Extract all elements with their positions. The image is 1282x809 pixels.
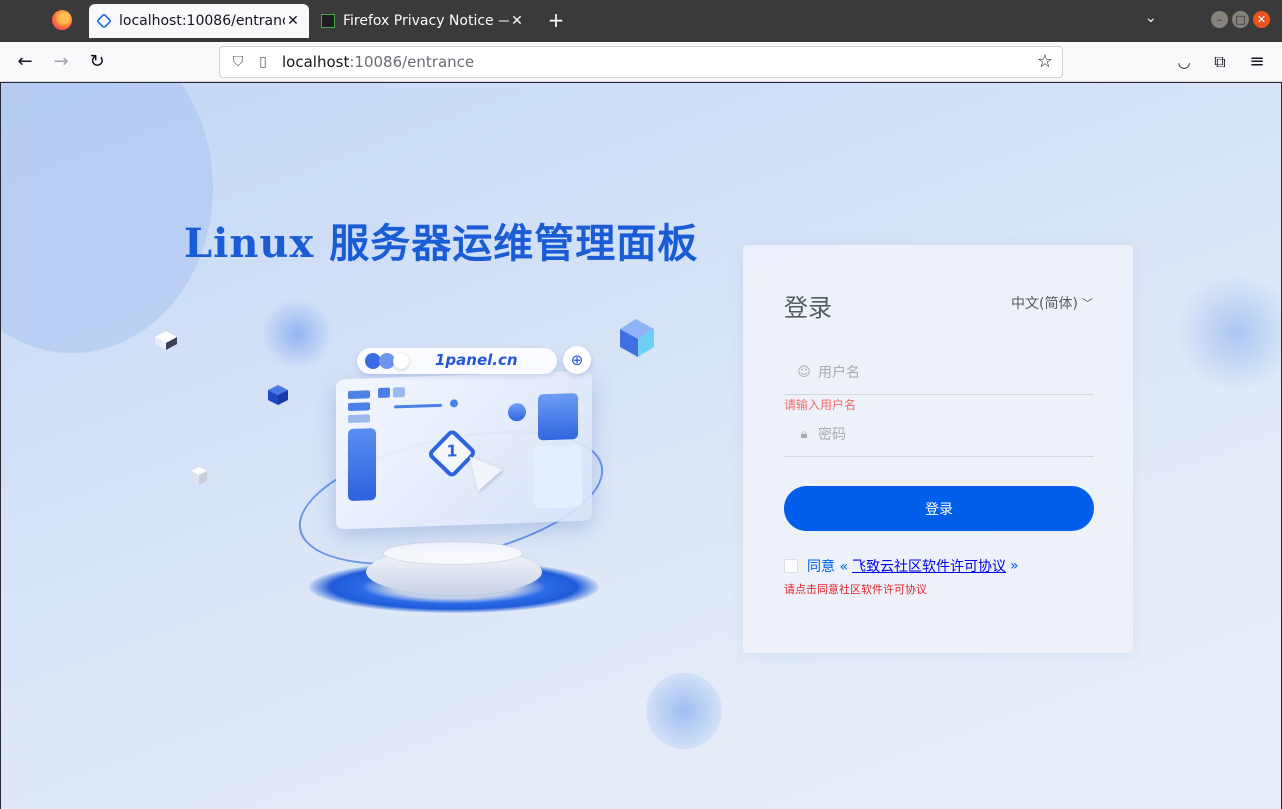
forward-icon[interactable]: → <box>49 50 73 74</box>
floating-cube-icon <box>620 319 654 357</box>
page-icon[interactable]: ▯ <box>252 54 274 70</box>
minimize-icon[interactable]: – <box>1211 11 1228 28</box>
floating-cube-icon <box>155 331 177 350</box>
login-card: 登录 中文(简体) ﹀ ☺ 请输入用户名 🔒︎ 登录 同意 « 飞致云社区软件许… <box>743 245 1133 653</box>
agree-suffix: » <box>1010 558 1019 574</box>
close-window-icon[interactable]: ✕ <box>1253 11 1270 28</box>
ui-chip <box>378 387 390 399</box>
username-field[interactable]: ☺ <box>784 351 1094 395</box>
back-icon[interactable]: ← <box>13 50 37 74</box>
pocket-icon[interactable]: ◡ <box>1172 50 1196 74</box>
lock-icon: 🔒︎ <box>800 427 808 442</box>
extensions-icon[interactable]: ⧉ <box>1208 50 1232 74</box>
close-tab-icon[interactable]: ✕ <box>509 13 525 29</box>
menu-icon[interactable]: ≡ <box>1245 50 1269 74</box>
domain-pill: 1panel.cn <box>357 348 557 374</box>
domain-text: 1panel.cn <box>435 351 518 369</box>
user-icon: ☺ <box>797 365 811 380</box>
window-controls: – □ ✕ <box>1211 11 1270 28</box>
password-field[interactable]: 🔒︎ <box>784 413 1094 457</box>
ui-slider-dot <box>450 399 458 408</box>
agreement-row: 同意 « 飞致云社区软件许可协议 » <box>784 556 1019 576</box>
ui-pill <box>348 402 370 412</box>
hero-illustration: 1 1panel.cn ⊕ <box>151 313 671 633</box>
1panel-logo-digit: 1 <box>446 441 458 461</box>
login-page: Linux 服务器运维管理面板 1 1panel.cn ⊕ 登录 中文(简体) … <box>1 83 1281 809</box>
agree-prefix: 同意 « <box>807 559 849 575</box>
username-input[interactable] <box>818 357 1094 388</box>
floating-cube-icon <box>191 467 207 485</box>
close-tab-icon[interactable]: ✕ <box>285 13 301 29</box>
reload-icon[interactable]: ↻ <box>85 50 109 74</box>
new-tab-icon[interactable]: + <box>545 8 567 32</box>
ui-pill <box>348 414 370 424</box>
shield-icon[interactable]: ⛉ <box>224 54 252 70</box>
login-title: 登录 <box>784 294 832 322</box>
background-glow <box>646 673 722 749</box>
tab-bar: localhost:10086/entrance ✕ Firefox Priva… <box>0 0 1282 42</box>
tab-entrance[interactable]: localhost:10086/entrance ✕ <box>89 4 309 38</box>
floating-cube-icon <box>268 385 288 405</box>
username-error: 请输入用户名 <box>784 398 857 412</box>
list-tabs-chevron-icon[interactable]: ⌄ <box>1145 10 1157 26</box>
page-headline: Linux 服务器运维管理面板 <box>184 220 699 267</box>
url-text[interactable]: localhost:10086/entrance <box>282 53 474 71</box>
language-select[interactable]: 中文(简体) ﹀ <box>1011 293 1093 313</box>
ui-slider-line <box>394 403 442 409</box>
globe-icon: ⊕ <box>563 346 591 374</box>
pedestal-top <box>383 541 523 565</box>
license-link[interactable]: 飞致云社区软件许可协议 <box>852 556 1006 576</box>
maximize-icon[interactable]: □ <box>1232 11 1249 28</box>
monitor-screen: 1 <box>336 370 592 530</box>
ui-card <box>538 393 578 441</box>
ui-panel <box>534 444 582 509</box>
ui-chip <box>393 387 405 398</box>
chevron-down-icon: ﹀ <box>1081 297 1093 310</box>
1panel-favicon-icon <box>96 13 112 29</box>
ui-ball <box>508 402 526 422</box>
agreement-error: 请点击同意社区软件许可协议 <box>784 583 927 596</box>
ui-pill <box>348 390 370 400</box>
agree-checkbox[interactable] <box>784 559 798 573</box>
login-button[interactable]: 登录 <box>784 486 1094 531</box>
nav-bar: ← → ↻ ⛉ ▯ localhost:10086/entrance ☆ ◡ ⧉… <box>0 42 1282 82</box>
tab-privacy-notice[interactable]: Firefox Privacy Notice — ✕ <box>313 4 533 38</box>
toggle-dot <box>393 353 409 369</box>
star-icon[interactable]: ☆ <box>1034 51 1056 72</box>
firefox-icon[interactable] <box>52 10 72 30</box>
language-label: 中文(简体) <box>1011 296 1078 312</box>
tab-title: localhost:10086/entrance <box>119 13 285 29</box>
url-bar[interactable]: ⛉ ▯ localhost:10086/entrance ☆ <box>219 46 1063 78</box>
privacy-favicon-icon <box>321 14 335 28</box>
ui-sidebar <box>348 428 376 502</box>
password-input[interactable] <box>818 419 1094 450</box>
tab-title: Firefox Privacy Notice — <box>343 13 509 29</box>
background-glow <box>1171 278 1281 388</box>
